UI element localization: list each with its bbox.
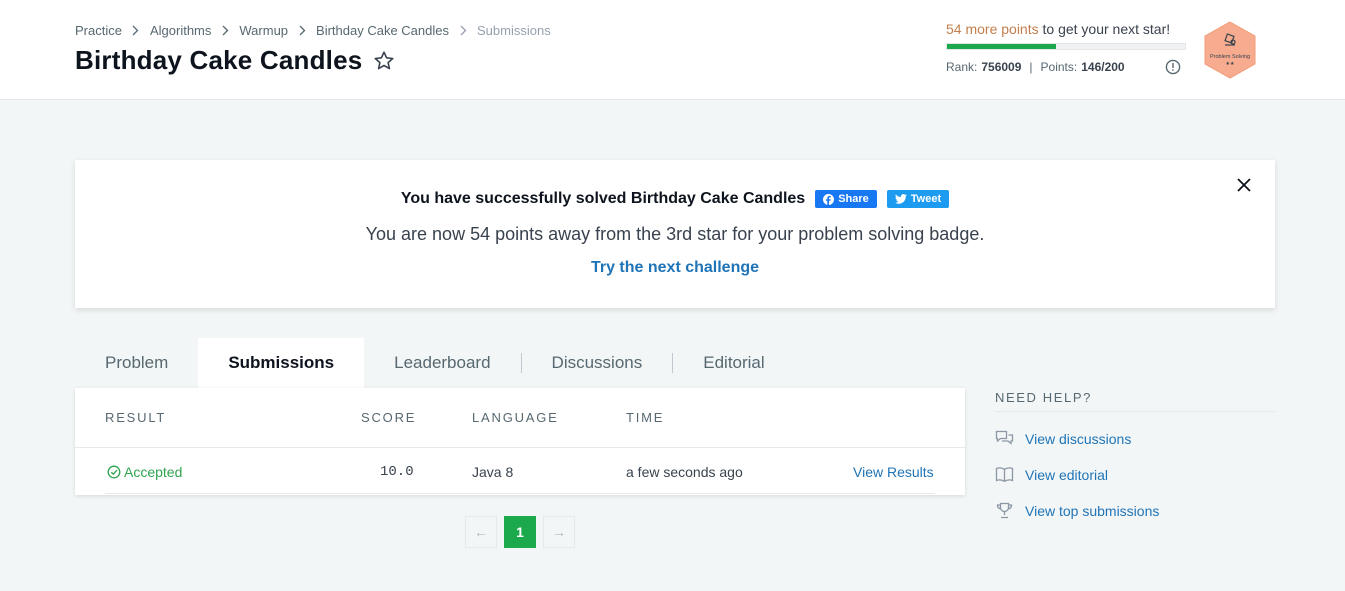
view-editorial-label: View editorial [1025,466,1109,483]
view-discussions-label: View discussions [1025,430,1132,447]
view-top-submissions-label: View top submissions [1025,502,1160,519]
discussion-icon [995,430,1014,445]
page-1-button[interactable]: 1 [504,516,536,548]
pagination: ← 1 → [465,516,582,548]
score-value: 10.0 [380,464,414,480]
banner-headline: You have successfully solved Birthday Ca… [75,190,1275,208]
tab-leaderboard[interactable]: Leaderboard [364,338,520,388]
stats-divider: | [1029,60,1033,74]
breadcrumb-challenge[interactable]: Birthday Cake Candles [316,23,449,38]
twitter-tweet-button[interactable]: Tweet [886,190,950,208]
progress-fill [947,44,1057,49]
tab-submissions[interactable]: Submissions [198,338,365,388]
view-editorial-link[interactable]: View editorial [995,465,1275,484]
need-help-title: NEED HELP? [995,390,1275,412]
chevron-right-icon [297,24,307,38]
prev-page-button[interactable]: ← [465,516,497,548]
submissions-table: RESULT SCORE LANGUAGE TIME Accepted 10.0… [75,388,965,495]
next-page-button[interactable]: → [543,516,575,548]
points-needed: 54 more points [946,21,1039,37]
bookmark-star-icon[interactable] [372,49,396,73]
breadcrumb: Practice Algorithms Warmup Birthday Cake… [75,23,551,38]
rank-label: Rank: [946,60,978,74]
progress-suffix: to get your next star! [1038,21,1171,37]
header-score: SCORE [361,410,417,425]
solved-message: You have successfully solved Birthday Ca… [400,190,806,207]
chevron-right-icon [131,24,141,38]
tab-problem[interactable]: Problem [75,338,198,388]
chevron-right-icon [458,24,468,38]
tab-editorial[interactable]: Editorial [673,338,794,388]
info-icon[interactable] [1165,59,1181,75]
breadcrumb-algorithms[interactable]: Algorithms [150,23,211,38]
header-divider [75,447,965,448]
badge-progress-message: You are now 54 points away from the 3rd … [365,224,985,244]
tweet-label: Tweet [910,193,942,205]
time-value: a few seconds ago [626,464,743,480]
need-help-panel: NEED HELP? View discussions View editori… [995,390,1275,520]
close-icon[interactable] [1235,176,1253,194]
twitter-icon [894,194,907,204]
title-row: Birthday Cake Candles [75,45,396,76]
rank-value: 756009 [981,60,1022,74]
breadcrumb-practice[interactable]: Practice [75,23,122,38]
view-top-submissions-link[interactable]: View top submissions [995,501,1275,520]
trophy-icon [996,502,1013,519]
facebook-icon [823,193,835,205]
points-label: Points: [1040,60,1078,74]
rank-points: Rank: 756009 | Points: 146/200 [946,60,1125,74]
page-title: Birthday Cake Candles [75,45,363,75]
row-divider [105,493,935,494]
success-banner: You have successfully solved Birthday Ca… [75,160,1275,308]
tab-discussions[interactable]: Discussions [522,338,673,388]
chevron-right-icon [220,24,230,38]
star-progress: 54 more points to get your next star! [946,21,1186,50]
result-status: Accepted [107,464,182,480]
facebook-share-button[interactable]: Share [815,190,877,208]
header-time: TIME [626,410,665,425]
progress-bar [946,43,1186,50]
share-label: Share [838,193,869,205]
header-language: LANGUAGE [472,410,559,425]
header-result: RESULT [105,410,167,425]
badge-stars: ★★ [1226,61,1235,67]
next-challenge-link[interactable]: Try the next challenge [75,259,1275,277]
page-header: Practice Algorithms Warmup Birthday Cake… [0,0,1345,100]
result-label: Accepted [124,464,183,480]
view-results-link[interactable]: View Results [853,464,934,480]
badge-label: Problem Solving [1210,54,1250,60]
breadcrumb-warmup[interactable]: Warmup [239,23,288,38]
points-value: 146/200 [1081,60,1125,74]
problem-solving-badge[interactable]: Problem Solving ★★ [1203,21,1257,79]
book-icon [995,467,1014,483]
progress-message: 54 more points to get your next star! [946,21,1186,37]
challenge-tabs: Problem Submissions Leaderboard Discussi… [75,338,795,388]
view-discussions-link[interactable]: View discussions [995,429,1275,448]
language-value: Java 8 [472,464,514,480]
breadcrumb-submissions: Submissions [477,23,551,38]
check-circle-icon [107,465,121,479]
